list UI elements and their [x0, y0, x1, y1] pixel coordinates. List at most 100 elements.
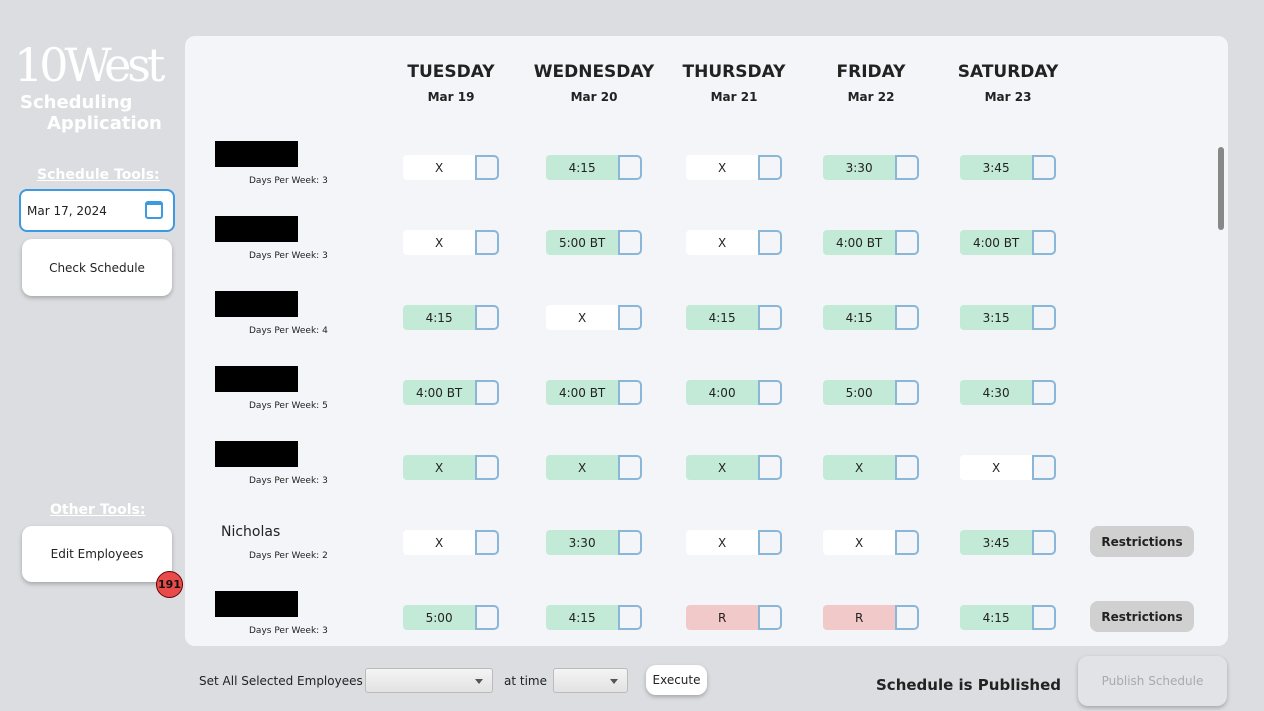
select-checkbox[interactable] — [1032, 605, 1056, 630]
shift-value[interactable]: 4:00 BT — [546, 380, 619, 405]
shift-cell[interactable]: 3:15 — [960, 305, 1056, 330]
select-checkbox[interactable] — [895, 605, 919, 630]
calendar-icon[interactable] — [145, 201, 163, 219]
shift-cell[interactable]: 4:00 BT — [823, 230, 919, 255]
select-checkbox[interactable] — [1032, 455, 1056, 480]
shift-cell[interactable]: 3:30 — [546, 530, 642, 555]
shift-cell[interactable]: X — [823, 455, 919, 480]
shift-value[interactable]: 4:15 — [546, 155, 619, 180]
shift-cell[interactable]: X — [960, 455, 1056, 480]
shift-value[interactable]: X — [403, 155, 476, 180]
execute-button[interactable]: Execute — [646, 665, 707, 695]
shift-cell[interactable]: X — [686, 530, 782, 555]
shift-value[interactable]: R — [686, 605, 759, 630]
scrollbar-thumb[interactable] — [1218, 147, 1224, 230]
select-checkbox[interactable] — [1032, 155, 1056, 180]
shift-value[interactable]: 3:15 — [960, 305, 1033, 330]
select-checkbox[interactable] — [475, 605, 499, 630]
select-checkbox[interactable] — [618, 380, 642, 405]
shift-value[interactable]: 4:15 — [546, 605, 619, 630]
select-checkbox[interactable] — [758, 155, 782, 180]
select-checkbox[interactable] — [895, 305, 919, 330]
shift-value[interactable]: 3:30 — [546, 530, 619, 555]
select-checkbox[interactable] — [758, 305, 782, 330]
shift-value[interactable]: X — [960, 455, 1033, 480]
shift-cell[interactable]: X — [546, 305, 642, 330]
shift-value[interactable]: 4:15 — [823, 305, 896, 330]
shift-value[interactable]: X — [686, 230, 759, 255]
shift-value[interactable]: 4:00 BT — [823, 230, 896, 255]
shift-value[interactable]: 4:00 — [686, 380, 759, 405]
shift-value[interactable]: 3:30 — [823, 155, 896, 180]
shift-value[interactable]: X — [686, 155, 759, 180]
shift-cell[interactable]: 4:15 — [546, 155, 642, 180]
select-checkbox[interactable] — [475, 305, 499, 330]
date-picker[interactable]: Mar 17, 2024 — [19, 189, 175, 232]
status-select[interactable] — [365, 668, 493, 693]
select-checkbox[interactable] — [618, 305, 642, 330]
select-checkbox[interactable] — [895, 530, 919, 555]
shift-value[interactable]: 5:00 — [403, 605, 476, 630]
select-checkbox[interactable] — [475, 155, 499, 180]
shift-cell[interactable]: 4:15 — [823, 305, 919, 330]
select-checkbox[interactable] — [475, 230, 499, 255]
shift-cell[interactable]: 5:00 BT — [546, 230, 642, 255]
shift-cell[interactable]: R — [686, 605, 782, 630]
select-checkbox[interactable] — [758, 230, 782, 255]
shift-cell[interactable]: X — [403, 530, 499, 555]
select-checkbox[interactable] — [475, 455, 499, 480]
shift-value[interactable]: 3:45 — [960, 155, 1033, 180]
shift-value[interactable]: X — [686, 455, 759, 480]
shift-cell[interactable]: 4:15 — [403, 305, 499, 330]
select-checkbox[interactable] — [895, 230, 919, 255]
select-checkbox[interactable] — [1032, 380, 1056, 405]
shift-cell[interactable]: X — [823, 530, 919, 555]
shift-cell[interactable]: 3:45 — [960, 530, 1056, 555]
shift-cell[interactable]: 4:15 — [546, 605, 642, 630]
publish-schedule-button[interactable]: Publish Schedule — [1078, 656, 1227, 706]
select-checkbox[interactable] — [1032, 230, 1056, 255]
restrictions-button[interactable]: Restrictions — [1090, 526, 1194, 557]
shift-value[interactable]: 3:45 — [960, 530, 1033, 555]
select-checkbox[interactable] — [758, 455, 782, 480]
shift-cell[interactable]: 5:00 — [403, 605, 499, 630]
shift-cell[interactable]: 4:00 BT — [960, 230, 1056, 255]
select-checkbox[interactable] — [895, 155, 919, 180]
shift-value[interactable]: 5:00 — [823, 380, 896, 405]
shift-cell[interactable]: X — [546, 455, 642, 480]
shift-value[interactable]: 4:15 — [686, 305, 759, 330]
select-checkbox[interactable] — [758, 380, 782, 405]
shift-value[interactable]: X — [403, 530, 476, 555]
edit-employees-button[interactable]: Edit Employees — [22, 526, 172, 582]
select-checkbox[interactable] — [475, 380, 499, 405]
shift-cell[interactable]: X — [403, 455, 499, 480]
shift-cell[interactable]: 4:00 BT — [546, 380, 642, 405]
shift-value[interactable]: 4:30 — [960, 380, 1033, 405]
shift-cell[interactable]: 4:30 — [960, 380, 1056, 405]
select-checkbox[interactable] — [618, 455, 642, 480]
shift-value[interactable]: X — [823, 530, 896, 555]
shift-value[interactable]: 4:00 BT — [403, 380, 476, 405]
select-checkbox[interactable] — [475, 530, 499, 555]
shift-cell[interactable]: 4:15 — [960, 605, 1056, 630]
shift-cell[interactable]: 4:00 — [686, 380, 782, 405]
shift-cell[interactable]: 4:15 — [686, 305, 782, 330]
shift-cell[interactable]: X — [686, 155, 782, 180]
shift-value[interactable]: 4:15 — [960, 605, 1033, 630]
shift-value[interactable]: X — [403, 230, 476, 255]
select-checkbox[interactable] — [758, 605, 782, 630]
shift-cell[interactable]: X — [403, 230, 499, 255]
select-checkbox[interactable] — [618, 155, 642, 180]
shift-cell[interactable]: R — [823, 605, 919, 630]
shift-cell[interactable]: 5:00 — [823, 380, 919, 405]
shift-value[interactable]: X — [403, 455, 476, 480]
time-select[interactable] — [553, 668, 628, 693]
shift-value[interactable]: 4:00 BT — [960, 230, 1033, 255]
shift-value[interactable]: R — [823, 605, 896, 630]
select-checkbox[interactable] — [895, 380, 919, 405]
shift-cell[interactable]: X — [686, 455, 782, 480]
shift-value[interactable]: 5:00 BT — [546, 230, 619, 255]
shift-value[interactable]: X — [546, 455, 619, 480]
shift-value[interactable]: X — [686, 530, 759, 555]
shift-value[interactable]: X — [823, 455, 896, 480]
